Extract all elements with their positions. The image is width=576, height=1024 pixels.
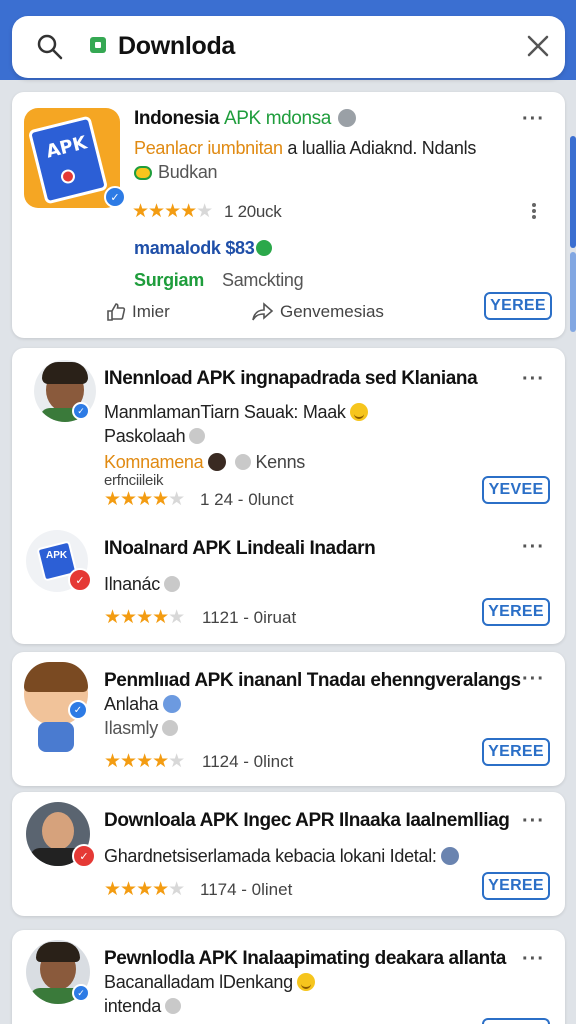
user-icon	[208, 453, 227, 471]
share-icon	[252, 302, 274, 321]
install-button[interactable]: YEREE	[482, 872, 550, 900]
result-line: Bacanalladam lDenkang	[104, 972, 315, 993]
category-note: Samckting	[222, 270, 304, 290]
install-button[interactable]: YEREE	[484, 292, 552, 320]
category-label[interactable]: Surgiam	[134, 270, 204, 291]
developer-name[interactable]: mamalodk $83	[134, 238, 273, 259]
more-options-icon[interactable]: ···	[522, 537, 545, 557]
more-options-icon[interactable]: ···	[522, 369, 545, 389]
globe-icon	[337, 109, 356, 127]
like-button[interactable]: Imier	[106, 302, 170, 322]
result-line: ManmlamanTiarn Sauak: Maak	[104, 402, 368, 423]
result-card[interactable]: ✓ Downloala APK Ingec APR Ilnaaka Iaalne…	[12, 792, 565, 916]
results-card-group: ✓ INennload APK ingnapadrada sed Klanian…	[12, 348, 565, 644]
close-icon[interactable]	[526, 34, 550, 58]
result-title[interactable]: INennload APK ingnapadrada sed Klaniana	[104, 368, 478, 390]
scrollbar[interactable]	[570, 136, 576, 248]
result-title[interactable]: Penmlııad APK inananl Tnadaı ehenngveral…	[104, 670, 521, 692]
result-line: Ilnanác	[104, 574, 180, 595]
pin-icon	[162, 695, 181, 713]
result-line: Anlaha	[104, 694, 181, 715]
result-card[interactable]: ✓ Penmlııad APK inananl Tnadaı ehenngver…	[12, 652, 565, 786]
smile-icon	[134, 166, 152, 180]
result-meta: 1121 - 0iruat	[202, 608, 297, 627]
featured-subtitle: Peanlacr iumbnitan a luallia Adiaknd. Nd…	[134, 138, 477, 158]
install-button[interactable]: YEVEE	[482, 476, 550, 504]
share-button[interactable]: Genvemesias	[252, 302, 384, 322]
search-icon[interactable]	[36, 33, 64, 61]
search-input[interactable]: Downloda	[118, 32, 235, 61]
globe-icon	[163, 576, 180, 592]
featured-title[interactable]: Indonesia APK mdonsa	[134, 108, 356, 130]
globe-icon	[161, 720, 178, 736]
result-title[interactable]: INoalnard APK Lindeali Inadarn	[104, 538, 376, 560]
rating-stars: ★★★★★	[104, 879, 185, 900]
rating-stars: ★★★★★	[132, 201, 213, 222]
result-line: intenda	[104, 996, 181, 1017]
apple-icon	[256, 240, 273, 256]
overflow-menu-icon[interactable]	[532, 203, 536, 219]
rating-stars: ★★★★★	[104, 751, 185, 772]
result-meta: 1124 - 0linct	[202, 752, 294, 771]
result-meta: 1174 - 0linet	[200, 880, 293, 899]
smile-icon	[349, 403, 368, 421]
verified-icon: ✓	[72, 984, 90, 1002]
install-button[interactable]	[482, 1018, 550, 1024]
globe-icon	[234, 454, 251, 470]
verified-icon: ✓	[68, 568, 92, 592]
globe-icon	[164, 998, 181, 1014]
globe-icon	[189, 428, 206, 444]
verified-icon: ✓	[68, 700, 88, 720]
app-badge-icon	[90, 37, 106, 53]
rating-stars: ★★★★★	[104, 489, 185, 510]
more-options-icon[interactable]: ···	[522, 109, 545, 129]
rating-stars: ★★★★★	[104, 607, 185, 628]
featured-app-card[interactable]: APK ✓ Indonesia APK mdonsa ··· Peanlacr …	[12, 92, 565, 338]
result-meta: 1 24 - 0lunct	[200, 490, 294, 509]
verified-icon: ✓	[72, 402, 90, 420]
featured-badge: Budkan	[134, 162, 218, 183]
more-options-icon[interactable]: ···	[522, 949, 545, 969]
result-line: Paskolaah	[104, 426, 206, 447]
rating-value: 1 20uck	[224, 202, 282, 221]
install-button[interactable]: YEREE	[482, 738, 550, 766]
result-line: Ilasmly	[104, 718, 178, 739]
result-line: erfnciileik	[104, 472, 164, 489]
user-icon	[441, 847, 460, 865]
verified-icon: ✓	[72, 844, 96, 868]
verified-icon: ✓	[104, 186, 126, 208]
more-options-icon[interactable]: ···	[522, 669, 545, 689]
more-options-icon[interactable]: ···	[522, 811, 545, 831]
result-line: Ghardnetsiserlamada kebacia lokani Ideta…	[104, 846, 460, 867]
smile-icon	[296, 973, 315, 991]
result-line: Komnamena Kenns	[104, 452, 306, 472]
result-card[interactable]: ✓ Pewnlodla APK Inalaapimating deakara a…	[12, 930, 565, 1024]
result-title[interactable]: Downloala APK Ingec APR Ilnaaka Iaalneml…	[104, 810, 510, 832]
search-bar[interactable]: Downloda	[12, 16, 565, 78]
result-title[interactable]: Pewnlodla APK Inalaapimating deakara all…	[104, 948, 506, 970]
scrollbar-track	[570, 252, 576, 332]
thumbs-up-icon	[107, 303, 126, 321]
install-button[interactable]: YEREE	[482, 598, 550, 626]
